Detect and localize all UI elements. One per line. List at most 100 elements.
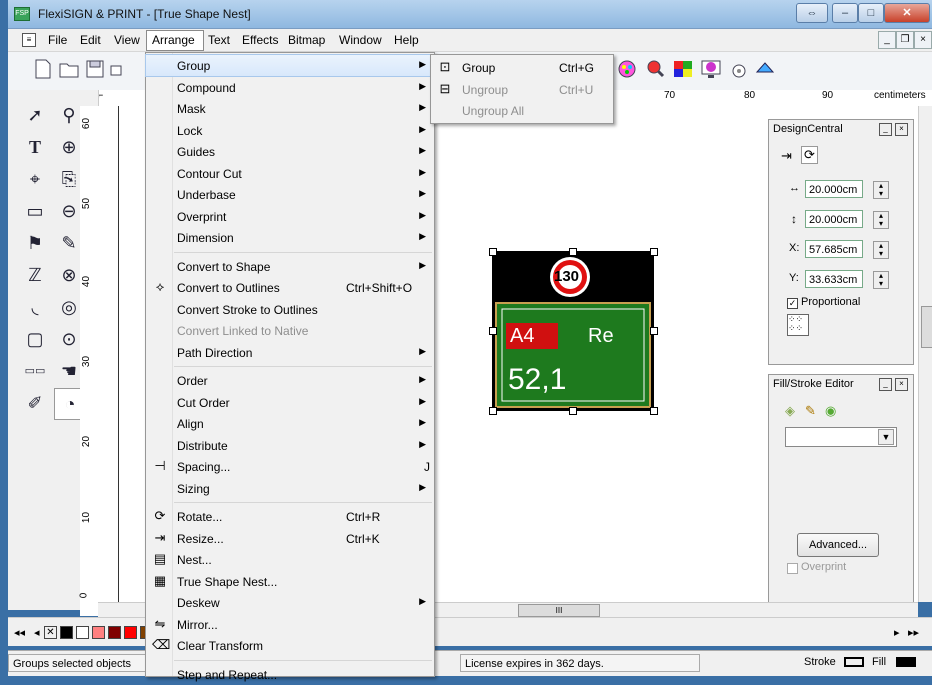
selection-handle[interactable] (650, 407, 658, 415)
y-spinner[interactable]: ▴ ▾ (873, 271, 889, 289)
menu-item-ungroup[interactable]: ⊟ Ungroup Ctrl+U (431, 79, 613, 100)
monitor-color-icon[interactable] (700, 58, 722, 80)
ruler-origin[interactable]: ⌐ (98, 90, 117, 107)
eyedropper-tool-icon[interactable]: ✐ (20, 388, 50, 418)
selection-handle[interactable] (569, 248, 577, 256)
palette-scroll-left-icon[interactable]: ◂◂ (14, 626, 25, 639)
selection-handle[interactable] (569, 407, 577, 415)
menu-item-convert-linked-to-native[interactable]: Convert Linked to Native (146, 320, 434, 341)
zoom-color-icon[interactable] (644, 58, 666, 80)
menu-item-deskew[interactable]: Deskew ▶ (146, 592, 434, 613)
fill-type-select[interactable]: ▼ (785, 427, 897, 447)
overprint-checkbox[interactable] (787, 563, 798, 574)
color-swatch[interactable] (124, 626, 137, 639)
frame-tool-icon[interactable]: ▢ (20, 324, 50, 354)
menu-arrange[interactable]: Arrange (152, 33, 195, 47)
menu-item-distribute[interactable]: Distribute ▶ (146, 435, 434, 456)
gradient-tab-icon[interactable]: ◉ (825, 403, 836, 419)
palette-prev-icon[interactable]: ◂ (34, 626, 40, 639)
menu-item-contour-cut[interactable]: Contour Cut ▶ (146, 163, 434, 184)
menu-edit[interactable]: Edit (80, 33, 101, 47)
menu-item-guides[interactable]: Guides ▶ (146, 141, 434, 162)
menu-view[interactable]: View (114, 33, 140, 47)
menu-window[interactable]: Window (339, 33, 382, 47)
menu-item-align[interactable]: Align ▶ (146, 413, 434, 434)
minimize-button[interactable]: ‒ (832, 3, 858, 23)
menu-item-convert-to-outlines[interactable]: ⟡ Convert to Outlines Ctrl+Shift+O (146, 277, 434, 298)
menu-item-compound[interactable]: Compound ▶ (146, 77, 434, 98)
width-field[interactable]: 20.000cm (805, 180, 863, 198)
menu-item-step-and-repeat[interactable]: Step and Repeat... (146, 664, 434, 685)
measure-tool-icon[interactable]: ▭▭ (20, 356, 50, 386)
panel-minimize-button[interactable]: _ (879, 123, 892, 136)
color-wheel-icon[interactable] (616, 58, 638, 80)
menu-item-order[interactable]: Order ▶ (146, 370, 434, 391)
rotate-tab-icon[interactable]: ⟳ (801, 146, 818, 164)
menu-item-spacing[interactable]: ⊣ Spacing... J (146, 456, 434, 477)
selection-handle[interactable] (650, 248, 658, 256)
selection-handle[interactable] (650, 327, 658, 335)
palette-scroll-right-icon[interactable]: ▸▸ (908, 626, 919, 639)
menu-help[interactable]: Help (394, 33, 419, 47)
menu-item-group[interactable]: Group ▶ (145, 54, 435, 77)
no-color-swatch[interactable]: ✕ (44, 626, 57, 639)
text-tool-icon[interactable]: T (20, 132, 50, 162)
stroke-tab-icon[interactable]: ✎ (805, 403, 816, 419)
node-edit-tool-icon[interactable]: ⌖ (20, 164, 50, 194)
restore-icon[interactable]: ⇔ (796, 3, 828, 23)
vertical-scrollbar[interactable] (918, 106, 932, 602)
mdi-minimize-button[interactable]: _ (878, 31, 896, 49)
vertical-scroll-thumb[interactable] (921, 306, 932, 348)
panel-close-button[interactable]: × (895, 123, 908, 136)
height-spinner[interactable]: ▴ ▾ (873, 211, 889, 229)
select-tool-icon[interactable]: ➚ (20, 100, 50, 130)
color-swatch[interactable] (76, 626, 89, 639)
print-icon[interactable] (108, 58, 130, 80)
maximize-button[interactable]: □ (858, 3, 884, 23)
menu-item-dimension[interactable]: Dimension ▶ (146, 227, 434, 248)
anchor-point-icon[interactable]: ⁘⁘ ⁘⁘ (787, 314, 809, 336)
menu-item-mask[interactable]: Mask ▶ (146, 98, 434, 119)
menu-effects[interactable]: Effects (242, 33, 278, 47)
menu-item-ungroup-all[interactable]: Ungroup All (431, 100, 613, 121)
selection-handle[interactable] (489, 248, 497, 256)
close-button[interactable]: ✕ (884, 3, 930, 23)
menu-item-rotate[interactable]: ⟳ Rotate... Ctrl+R (146, 506, 434, 527)
chevron-down-icon[interactable]: ▼ (878, 429, 894, 445)
menu-item-mirror[interactable]: ⇋ Mirror... (146, 614, 434, 635)
menu-item-underbase[interactable]: Underbase ▶ (146, 184, 434, 205)
menu-item-group[interactable]: ⊡ Group Ctrl+G (431, 57, 613, 78)
color-grid-icon[interactable] (672, 58, 694, 80)
menu-item-true-shape-nest[interactable]: ▦ True Shape Nest... (146, 571, 434, 592)
menu-item-clear-transform[interactable]: ⌫ Clear Transform (146, 635, 434, 656)
panel-minimize-button[interactable]: _ (879, 378, 892, 391)
horizontal-scroll-thumb[interactable]: III (518, 604, 600, 617)
proportional-checkbox[interactable]: ✓ (787, 298, 798, 309)
cut-preview-icon[interactable] (728, 58, 750, 80)
menu-item-overprint[interactable]: Overprint ▶ (146, 206, 434, 227)
selection-handle[interactable] (489, 327, 497, 335)
advanced-button[interactable]: Advanced... (797, 533, 879, 557)
y-position-field[interactable]: 33.633cm (805, 270, 863, 288)
height-field[interactable]: 20.000cm (805, 210, 863, 228)
document-icon[interactable]: ≡ (22, 33, 36, 47)
menu-item-sizing[interactable]: Sizing ▶ (146, 478, 434, 499)
fill-tab-icon[interactable]: ◈ (785, 403, 795, 419)
menu-item-resize[interactable]: ⇥ Resize... Ctrl+K (146, 528, 434, 549)
width-spinner[interactable]: ▴ ▾ (873, 181, 889, 199)
sign-graphic[interactable]: 130 A4 Re 52,1 (492, 251, 654, 411)
menu-item-cut-order[interactable]: Cut Order ▶ (146, 392, 434, 413)
menu-file[interactable]: File (48, 33, 67, 47)
menu-item-convert-stroke-to-outlines[interactable]: Convert Stroke to Outlines (146, 299, 434, 320)
new-document-icon[interactable] (32, 58, 54, 80)
x-spinner[interactable]: ▴ ▾ (873, 241, 889, 259)
color-swatch[interactable] (60, 626, 73, 639)
mdi-close-button[interactable]: × (914, 31, 932, 49)
contour-tool-icon[interactable]: ◟ (20, 292, 50, 322)
menu-item-lock[interactable]: Lock ▶ (146, 120, 434, 141)
menu-item-convert-to-shape[interactable]: Convert to Shape ▶ (146, 256, 434, 277)
menu-item-path-direction[interactable]: Path Direction ▶ (146, 342, 434, 363)
open-icon[interactable] (58, 58, 80, 80)
menu-item-nest[interactable]: ▤ Nest... (146, 549, 434, 570)
palette-next-icon[interactable]: ▸ (894, 626, 900, 639)
